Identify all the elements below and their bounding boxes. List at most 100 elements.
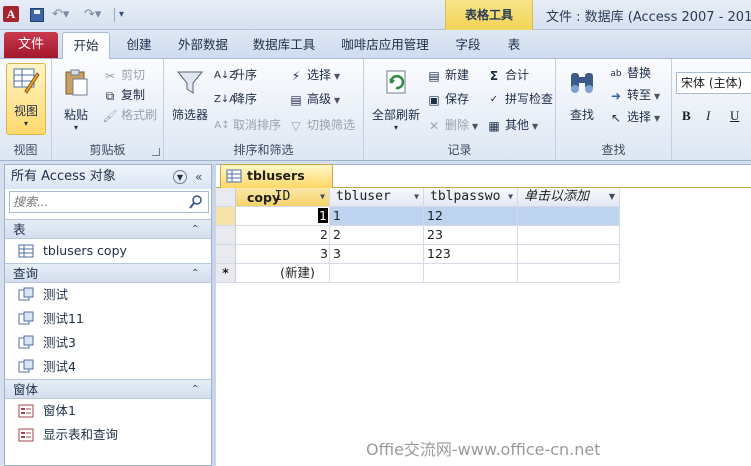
format-painter-label: 格式刷 (121, 108, 158, 122)
nav-section-queries[interactable]: 查询 ⌃ (5, 263, 211, 283)
italic-button[interactable]: I (706, 108, 710, 124)
tab-home[interactable]: 开始 (62, 32, 110, 59)
column-dropdown-icon[interactable]: ▼ (609, 188, 615, 206)
tab-file[interactable]: 文件 (4, 32, 58, 58)
find-button[interactable]: 查找 (562, 67, 602, 123)
tab-fields[interactable]: 字段 (448, 32, 488, 58)
column-header-tbluser[interactable]: tbluser ▼ (330, 188, 424, 207)
goto-button[interactable]: ➜ 转至 ▼ (608, 85, 660, 105)
select-dropdown-icon: ▼ (654, 114, 661, 123)
column-header-click-to-add[interactable]: 单击以添加 ▼ (518, 188, 620, 207)
column-dropdown-icon[interactable]: ▼ (320, 188, 325, 206)
row-selector[interactable] (216, 245, 236, 264)
brush-icon: 🖌 (102, 108, 118, 123)
selection-label: 选择 (307, 68, 332, 82)
nav-header[interactable]: 所有 Access 对象 ▼ « (5, 165, 211, 189)
row-selector[interactable] (216, 226, 236, 245)
nav-item-form1[interactable]: 窗体1 (5, 399, 211, 423)
nav-item-query-ceshi3[interactable]: 测试3 (5, 331, 211, 355)
cell-empty[interactable] (424, 264, 518, 283)
table-icon (226, 169, 242, 183)
nav-item-form-show-tables[interactable]: 显示表和查询 (5, 423, 211, 447)
tab-create[interactable]: 创建 (118, 32, 160, 58)
access-app-icon[interactable]: A (3, 6, 19, 22)
underline-button[interactable]: U (730, 108, 739, 124)
cell-user[interactable]: 1 (330, 207, 424, 226)
cell-id[interactable]: 1 (236, 207, 330, 226)
bold-button[interactable]: B (682, 108, 691, 124)
cell-password[interactable]: 23 (424, 226, 518, 245)
cell-empty[interactable] (518, 207, 620, 226)
toggle-filter-button[interactable]: ▽ 切换筛选 (288, 115, 355, 135)
nav-search-input[interactable] (10, 192, 188, 212)
save-record-button[interactable]: ▣ 保存 (426, 89, 469, 109)
nav-section-forms[interactable]: 窗体 ⌃ (5, 379, 211, 399)
cell-empty[interactable] (330, 264, 424, 283)
cut-button[interactable]: ✂ 剪切 (102, 65, 145, 85)
cell-user[interactable]: 2 (330, 226, 424, 245)
more-dropdown-icon: ▼ (532, 122, 539, 131)
nav-item-tblusers-copy[interactable]: tblusers copy (5, 239, 211, 263)
copy-button[interactable]: ⧉ 复制 (102, 85, 145, 105)
document-tab-tblusers-copy[interactable]: tblusers copy (220, 164, 333, 205)
column-header-tblpassword[interactable]: tblpasswo ▼ (424, 188, 518, 207)
nav-collapse-icon[interactable]: « (195, 165, 202, 189)
tab-cafe-management[interactable]: 咖啡店应用管理 (336, 32, 434, 58)
form-icon (18, 428, 34, 442)
cell-password[interactable]: 123 (424, 245, 518, 264)
new-record-row[interactable]: * (新建) (216, 264, 620, 283)
nav-item-query-ceshi4[interactable]: 测试4 (5, 355, 211, 379)
replace-button[interactable]: ab 替换 (608, 63, 651, 83)
cell-id[interactable]: 2 (236, 226, 330, 245)
new-record-marker[interactable]: * (216, 264, 236, 283)
cell-empty[interactable] (518, 226, 620, 245)
sort-descending-button[interactable]: Z↓A降序 (214, 89, 257, 109)
customize-quick-access-icon[interactable]: ▾ (119, 5, 131, 25)
column-dropdown-icon[interactable]: ▼ (508, 188, 513, 206)
new-record-button[interactable]: ▤ 新建 (426, 65, 469, 85)
delete-record-button[interactable]: ✕ 删除 ▼ (426, 115, 478, 135)
nav-item-query-ceshi[interactable]: 测试 (5, 283, 211, 307)
undo-icon[interactable]: ↶▾ (52, 5, 78, 25)
sort-ascending-button[interactable]: A↓Z升序 (214, 65, 257, 85)
remove-sort-icon: A↕ (214, 119, 230, 131)
nav-item-query-ceshi11[interactable]: 测试11 (5, 307, 211, 331)
view-button[interactable]: 视图 ▾ (6, 65, 46, 128)
totals-button[interactable]: Σ 合计 (486, 65, 529, 85)
table-row[interactable]: 3 3 123 (216, 245, 620, 264)
cell-password[interactable]: 12 (424, 207, 518, 226)
column-dropdown-icon[interactable]: ▼ (414, 188, 419, 206)
row-selector[interactable] (216, 207, 236, 226)
more-label: 其他 (505, 118, 530, 132)
tab-external-data[interactable]: 外部数据 (172, 32, 234, 58)
tab-database-tools[interactable]: 数据库工具 (246, 32, 322, 58)
save-icon[interactable] (30, 5, 46, 25)
refresh-all-button[interactable]: 全部刷新 ▾ (368, 67, 424, 132)
clipboard-launcher-icon[interactable] (152, 148, 160, 156)
select-all-corner[interactable] (216, 188, 236, 207)
filter-button[interactable]: 筛选器 (170, 67, 210, 123)
cell-user[interactable]: 3 (330, 245, 424, 264)
paste-button[interactable]: 粘贴 ▾ (58, 67, 94, 132)
select-button[interactable]: ↖ 选择 ▼ (608, 107, 660, 127)
new-record-label[interactable]: (新建) (236, 264, 330, 283)
group-clipboard: 粘贴 ▾ ✂ 剪切 ⧉ 复制 🖌 格式刷 剪贴板 (52, 59, 164, 160)
query-icon (18, 287, 34, 301)
spelling-button[interactable]: ✓ 拼写检查 (486, 89, 553, 109)
font-name-select[interactable]: 宋体 (主体) (676, 72, 751, 94)
table-row[interactable]: 1 1 12 (216, 207, 620, 226)
more-button[interactable]: ▦ 其他 ▼ (486, 115, 538, 135)
cell-empty[interactable] (518, 245, 620, 264)
remove-sort-button[interactable]: A↕ 取消排序 (214, 115, 281, 135)
selection-button[interactable]: ⚡ 选择 ▼ (288, 65, 340, 85)
cell-empty[interactable] (518, 264, 620, 283)
search-icon[interactable] (188, 194, 204, 210)
advanced-button[interactable]: ▤ 高级 ▼ (288, 89, 340, 109)
nav-section-tables[interactable]: 表 ⌃ (5, 219, 211, 239)
redo-icon[interactable]: ↷▾ (84, 5, 110, 25)
nav-menu-dropdown-icon[interactable]: ▼ (173, 170, 187, 184)
cell-id[interactable]: 3 (236, 245, 330, 264)
format-painter-button[interactable]: 🖌 格式刷 (102, 105, 157, 125)
tab-table[interactable]: 表 (496, 32, 532, 58)
table-row[interactable]: 2 2 23 (216, 226, 620, 245)
